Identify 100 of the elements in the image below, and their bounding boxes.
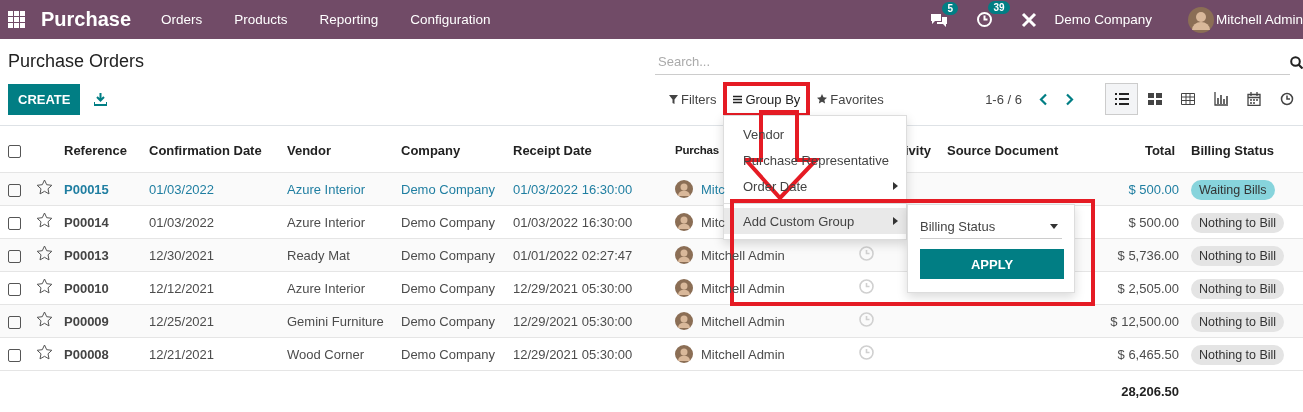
vendor-cell: Azure Interior: [287, 181, 366, 197]
list-view-button[interactable]: [1105, 83, 1138, 115]
billing-status-badge: Nothing to Bill: [1191, 311, 1285, 332]
date-cell: 12/29/2021 05:30:00: [513, 313, 633, 329]
menu-item[interactable]: Products: [234, 12, 288, 27]
vendor-cell: Ready Mat: [287, 247, 350, 263]
user-avatar-icon[interactable]: [1187, 6, 1214, 33]
billing-status-badge: Nothing to Bill: [1191, 278, 1285, 299]
company-cell: Demo Company: [401, 214, 495, 230]
star-icon: [817, 94, 828, 104]
date-cell: 01/03/2022 16:30:00: [513, 181, 633, 197]
favorites-button[interactable]: Favorites: [812, 87, 889, 111]
row-checkbox[interactable]: [8, 183, 21, 197]
total-cell: $ 500.00: [1128, 214, 1179, 230]
reference-cell: P00010: [64, 280, 109, 296]
message-count: 5: [942, 1, 958, 15]
row-checkbox[interactable]: [8, 348, 21, 362]
menu-item[interactable]: Configuration: [410, 12, 491, 27]
filter-icon: [669, 94, 678, 104]
billing-status-badge: Nothing to Bill: [1191, 212, 1285, 233]
date-cell: 12/29/2021 05:30:00: [513, 346, 633, 362]
total-cell: $ 6,465.50: [1117, 346, 1179, 362]
group-field-select[interactable]: Billing Status: [920, 215, 1062, 239]
star-icon[interactable]: [36, 212, 53, 229]
row-checkbox[interactable]: [8, 249, 21, 263]
star-icon[interactable]: [36, 344, 53, 361]
list-icon: [1114, 92, 1129, 106]
lines-icon: [733, 94, 743, 104]
column-header[interactable]: Source Document: [947, 142, 1059, 158]
table-icon: [1180, 92, 1195, 106]
avatar-icon: [675, 246, 693, 264]
tools-icon[interactable]: [1021, 11, 1038, 28]
pager-value: 1-6 / 6: [985, 91, 1022, 107]
vendor-cell: Gemini Furniture: [287, 313, 384, 329]
column-header[interactable]: Total: [1144, 142, 1175, 158]
reference-cell: P00009: [64, 313, 109, 329]
total-cell: $ 5,736.00: [1117, 247, 1179, 263]
vendor-cell: Azure Interior: [287, 214, 366, 230]
billing-status-badge: Nothing to Bill: [1191, 344, 1285, 365]
bar-chart-icon: [1213, 92, 1228, 106]
column-header[interactable]: Reference: [64, 142, 127, 158]
column-header[interactable]: Billing Status: [1191, 142, 1275, 158]
menu-item[interactable]: Reporting: [319, 12, 379, 27]
create-button[interactable]: CREATE: [8, 84, 81, 115]
date-cell: 12/25/2021: [149, 313, 215, 329]
column-header[interactable]: Confirmation Date: [149, 142, 262, 158]
search-icon[interactable]: [1290, 55, 1303, 69]
previous-page-icon[interactable]: [1039, 92, 1048, 106]
grid-icon: [1147, 92, 1162, 106]
calendar-icon: [1246, 92, 1261, 106]
column-header[interactable]: Purchas: [675, 144, 719, 156]
apply-button[interactable]: APPLY: [920, 249, 1064, 279]
reference-cell: P00014: [64, 214, 109, 230]
star-icon[interactable]: [36, 278, 53, 295]
clock-icon: [1279, 92, 1294, 106]
activity-count: 39: [988, 1, 1010, 14]
download-icon[interactable]: [94, 93, 108, 106]
date-cell: 12/12/2021: [149, 280, 215, 296]
star-icon[interactable]: [36, 179, 53, 196]
date-cell: 01/01/2022 02:27:47: [513, 247, 633, 263]
date-cell: 01/03/2022 16:30:00: [513, 214, 633, 230]
date-cell: 12/29/2021 05:30:00: [513, 280, 633, 296]
date-cell: 01/03/2022: [149, 181, 215, 197]
star-icon[interactable]: [36, 311, 53, 328]
star-icon[interactable]: [36, 245, 53, 262]
avatar-icon: [675, 213, 693, 231]
avatar-icon: [675, 180, 693, 198]
app-name[interactable]: Purchase: [41, 8, 132, 31]
company-switcher[interactable]: Demo Company: [1054, 12, 1152, 27]
menu-item[interactable]: Orders: [161, 12, 203, 27]
reference-cell: P00015: [64, 181, 109, 197]
column-header[interactable]: Company: [401, 142, 461, 158]
dropdown-item[interactable]: Add Custom Group: [724, 208, 906, 234]
reference-cell: P00008: [64, 346, 109, 362]
company-cell: Demo Company: [401, 280, 495, 296]
group-by-button[interactable]: Group By: [725, 83, 809, 115]
billing-status-badge: Waiting Bills: [1191, 179, 1275, 200]
next-page-icon[interactable]: [1065, 92, 1074, 106]
page-title: Purchase Orders: [8, 51, 146, 73]
chat-icon[interactable]: [930, 11, 949, 28]
avatar-icon: [675, 345, 693, 363]
date-cell: 12/21/2021: [149, 346, 215, 362]
user-menu[interactable]: Mitchell Admin: [1215, 12, 1303, 27]
billing-status-badge: Nothing to Bill: [1191, 245, 1285, 266]
column-header[interactable]: Vendor: [287, 142, 332, 158]
avatar-icon: [675, 279, 693, 297]
row-checkbox[interactable]: [8, 216, 21, 230]
select-all-checkbox[interactable]: [8, 144, 21, 158]
representative-cell: Mitchell Admin: [701, 346, 785, 362]
avatar-icon: [675, 312, 693, 330]
vendor-cell: Wood Corner: [287, 346, 365, 362]
row-checkbox[interactable]: [8, 282, 21, 296]
representative-cell: Mitc: [701, 214, 725, 230]
column-header[interactable]: Receipt Date: [513, 142, 592, 158]
search-field[interactable]: Search...: [655, 49, 1290, 75]
apps-menu-icon[interactable]: [8, 11, 25, 28]
date-cell: 12/30/2021: [149, 247, 215, 263]
total-cell: $ 2,505.00: [1117, 280, 1179, 296]
filters-button[interactable]: Filters: [664, 87, 722, 111]
row-checkbox[interactable]: [8, 315, 21, 329]
